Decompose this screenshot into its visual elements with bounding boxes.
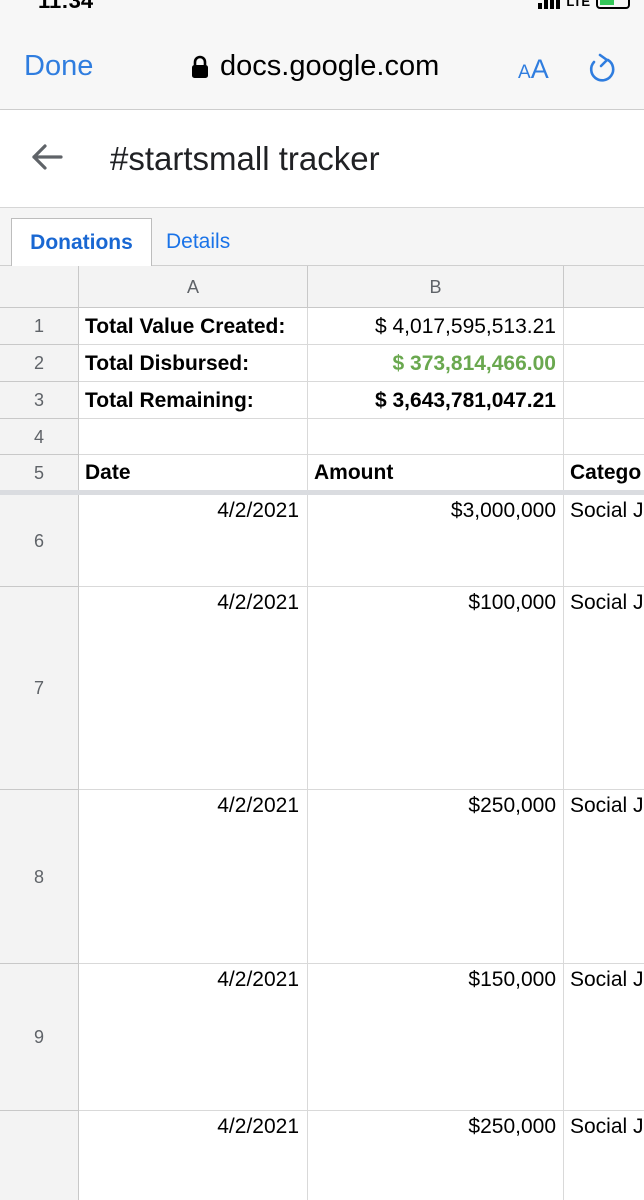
empty-cell[interactable] bbox=[308, 419, 564, 455]
empty-cell[interactable] bbox=[564, 345, 644, 382]
category-cell[interactable]: Social J bbox=[564, 964, 644, 1111]
category-cell[interactable]: Social J bbox=[564, 1111, 644, 1200]
row-header[interactable]: 1 bbox=[0, 308, 79, 345]
summary-label-cell[interactable]: Total Disbursed: bbox=[79, 345, 308, 382]
tab-donations[interactable]: Donations bbox=[11, 218, 152, 266]
summary-value-cell[interactable]: $ 4,017,595,513.21 bbox=[308, 308, 564, 345]
category-cell[interactable]: Social J bbox=[564, 495, 644, 587]
row-header[interactable]: 2 bbox=[0, 345, 79, 382]
url-text: docs.google.com bbox=[220, 50, 440, 82]
spreadsheet-grid: A B 1 Total Value Created: $ 4,017,595,5… bbox=[0, 266, 644, 1200]
text-size-small-glyph: A bbox=[518, 62, 531, 83]
amount-cell[interactable]: $150,000 bbox=[308, 964, 564, 1111]
status-icons: LTE bbox=[538, 0, 630, 9]
date-cell[interactable]: 4/2/2021 bbox=[79, 495, 308, 587]
doc-header: #startsmall tracker bbox=[0, 110, 644, 208]
amount-cell[interactable]: $250,000 bbox=[308, 1111, 564, 1200]
summary-value-cell[interactable]: $ 373,814,466.00 bbox=[308, 345, 564, 382]
row-header[interactable]: 9 bbox=[0, 964, 79, 1111]
sheet-tabs: Donations Details bbox=[0, 208, 644, 266]
amount-cell[interactable]: $3,000,000 bbox=[308, 495, 564, 587]
summary-label-cell[interactable]: Total Value Created: bbox=[79, 308, 308, 345]
tab-details[interactable]: Details bbox=[152, 218, 244, 266]
column-header-a[interactable]: A bbox=[79, 266, 308, 308]
status-time: 11:34 bbox=[38, 0, 94, 13]
empty-cell[interactable] bbox=[564, 419, 644, 455]
network-label: LTE bbox=[566, 0, 590, 9]
row-header[interactable]: 4 bbox=[0, 419, 79, 455]
reload-icon[interactable] bbox=[586, 52, 618, 86]
text-size-large-glyph: A bbox=[530, 54, 549, 84]
doc-title: #startsmall tracker bbox=[110, 140, 380, 177]
date-column-heading[interactable]: Date bbox=[79, 455, 308, 491]
done-button[interactable]: Done bbox=[24, 50, 93, 83]
row-header[interactable]: 8 bbox=[0, 790, 79, 964]
column-header-c[interactable] bbox=[564, 266, 644, 308]
lock-icon bbox=[190, 55, 210, 79]
category-cell[interactable]: Social J bbox=[564, 790, 644, 964]
battery-icon bbox=[596, 0, 630, 9]
date-cell[interactable]: 4/2/2021 bbox=[79, 1111, 308, 1200]
amount-cell[interactable]: $250,000 bbox=[308, 790, 564, 964]
row-header[interactable] bbox=[0, 1111, 79, 1200]
summary-label-cell[interactable]: Total Remaining: bbox=[79, 382, 308, 419]
browser-toolbar: Done docs.google.com AA bbox=[0, 14, 644, 110]
row-header[interactable]: 5 bbox=[0, 455, 79, 491]
date-cell[interactable]: 4/2/2021 bbox=[79, 790, 308, 964]
page: 11:34 LTE Done docs.google.com AA #start… bbox=[0, 0, 644, 1200]
empty-cell[interactable] bbox=[79, 419, 308, 455]
text-size-button[interactable]: AA bbox=[518, 54, 549, 85]
amount-column-heading[interactable]: Amount bbox=[308, 455, 564, 491]
row-header[interactable]: 7 bbox=[0, 587, 79, 790]
summary-value-cell[interactable]: $ 3,643,781,047.21 bbox=[308, 382, 564, 419]
back-arrow-icon[interactable] bbox=[30, 142, 64, 172]
corner-cell[interactable] bbox=[0, 266, 79, 308]
date-cell[interactable]: 4/2/2021 bbox=[79, 964, 308, 1111]
empty-cell[interactable] bbox=[564, 308, 644, 345]
status-bar: 11:34 LTE bbox=[0, 0, 644, 14]
empty-cell[interactable] bbox=[564, 382, 644, 419]
amount-cell[interactable]: $100,000 bbox=[308, 587, 564, 790]
category-cell[interactable]: Social J bbox=[564, 587, 644, 790]
category-column-heading[interactable]: Catego bbox=[564, 455, 644, 491]
address-bar[interactable]: docs.google.com bbox=[190, 50, 439, 83]
row-header[interactable]: 3 bbox=[0, 382, 79, 419]
row-header[interactable]: 6 bbox=[0, 495, 79, 587]
date-cell[interactable]: 4/2/2021 bbox=[79, 587, 308, 790]
column-header-b[interactable]: B bbox=[308, 266, 564, 308]
signal-icon bbox=[538, 0, 561, 9]
